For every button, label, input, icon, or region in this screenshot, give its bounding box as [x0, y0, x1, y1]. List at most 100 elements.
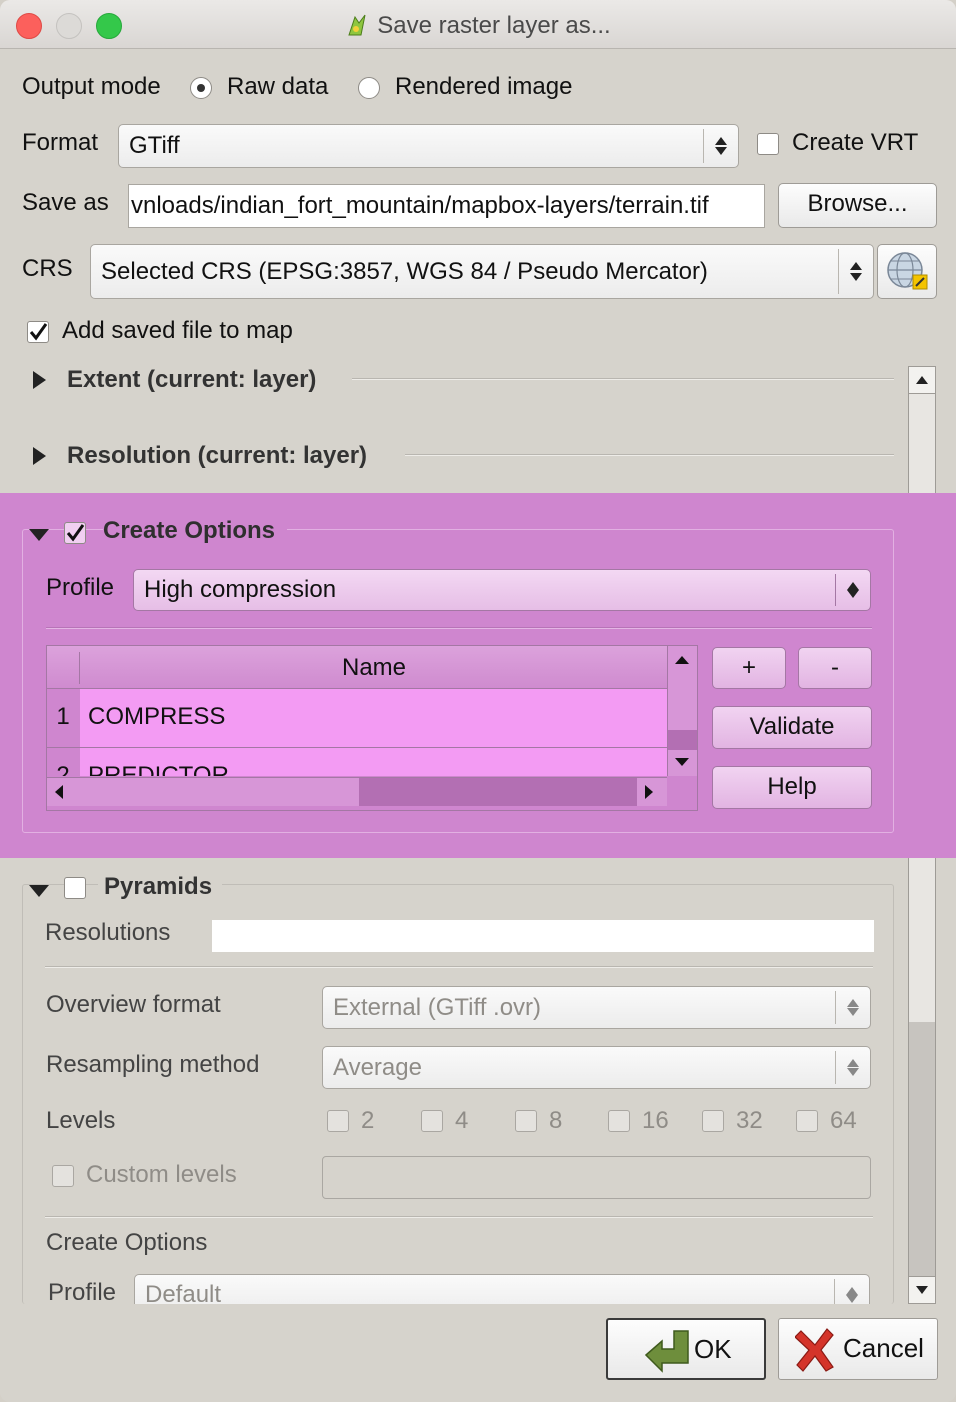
- pyramids-create-options-label: Create Options: [46, 1229, 208, 1256]
- extent-group-title[interactable]: Extent (current: layer): [67, 366, 316, 394]
- resolution-group-title[interactable]: Resolution (current: layer): [67, 442, 367, 470]
- browse-button[interactable]: Browse...: [778, 183, 937, 228]
- cancel-button[interactable]: Cancel: [778, 1318, 938, 1380]
- collapse-arrow-icon[interactable]: [29, 885, 49, 897]
- table-row[interactable]: 2 PREDICTOR: [47, 748, 667, 776]
- scroll-thumb-lower: [909, 1022, 935, 1276]
- scroll-down-button[interactable]: [909, 1276, 935, 1303]
- crs-select[interactable]: Selected CRS (EPSG:3857, WGS 84 / Pseudo…: [90, 244, 874, 299]
- options-table[interactable]: Name 1 COMPRESS 2 PREDICTOR: [46, 645, 698, 811]
- add-to-map-label: Add saved file to map: [62, 317, 293, 344]
- create-options-highlight: Create Options Profile High compression …: [0, 493, 956, 858]
- add-option-button[interactable]: +: [712, 647, 786, 689]
- collapse-arrow-icon[interactable]: [29, 529, 49, 541]
- levels-label: Levels: [46, 1107, 116, 1134]
- level-8-checkbox[interactable]: [515, 1110, 537, 1132]
- ok-button[interactable]: OK: [606, 1318, 766, 1380]
- divider: [45, 966, 873, 968]
- pyramids-title: Pyramids: [98, 873, 223, 901]
- qgis-icon: [345, 13, 367, 37]
- resampling-method-label: Resampling method: [46, 1051, 260, 1078]
- divider: [45, 1216, 873, 1218]
- select-arrows-icon: [835, 574, 870, 606]
- level-4-checkbox[interactable]: [421, 1110, 443, 1132]
- custom-levels-input[interactable]: [322, 1156, 871, 1199]
- overview-format-label: Overview format: [46, 991, 221, 1018]
- up-arrow-icon: [916, 376, 928, 384]
- row-name: COMPRESS: [80, 689, 667, 747]
- level-32-checkbox[interactable]: [702, 1110, 724, 1132]
- row-number: 1: [47, 689, 79, 747]
- level-64-checkbox[interactable]: [796, 1110, 818, 1132]
- right-arrow-icon[interactable]: [645, 785, 653, 799]
- resampling-method-select[interactable]: Average: [322, 1046, 871, 1089]
- help-button[interactable]: Help: [712, 766, 872, 809]
- profile-select[interactable]: High compression: [133, 569, 871, 611]
- resampling-method-value: Average: [333, 1053, 422, 1081]
- table-header: Name: [47, 646, 667, 689]
- ok-label: OK: [694, 1334, 732, 1364]
- table-vertical-scrollbar[interactable]: [667, 646, 697, 776]
- create-vrt-checkbox[interactable]: [757, 133, 779, 155]
- row-name: PREDICTOR: [80, 748, 667, 776]
- cancel-x-icon: [795, 1328, 834, 1372]
- remove-option-button[interactable]: -: [798, 647, 872, 689]
- divider: [46, 627, 872, 629]
- add-to-map-checkbox[interactable]: [27, 321, 49, 343]
- overview-format-value: External (GTiff .ovr): [333, 993, 542, 1021]
- level-16-checkbox[interactable]: [608, 1110, 630, 1132]
- custom-levels-label: Custom levels: [86, 1161, 237, 1188]
- globe-crs-icon: [887, 252, 928, 290]
- divider: [405, 454, 894, 456]
- level-2-label: 2: [361, 1107, 375, 1134]
- level-32-label: 32: [736, 1107, 763, 1134]
- profile-value: High compression: [144, 576, 337, 603]
- pyramids-profile-label: Profile: [48, 1279, 117, 1306]
- table-horizontal-scrollbar[interactable]: [47, 777, 667, 806]
- expand-arrow-icon[interactable]: [33, 447, 46, 465]
- rendered-image-radio[interactable]: [358, 77, 380, 99]
- raw-data-label: Raw data: [227, 73, 329, 100]
- custom-levels-checkbox[interactable]: [52, 1165, 74, 1187]
- save-as-path: vnloads/indian_fort_mountain/mapbox-laye…: [131, 192, 709, 219]
- up-arrow-icon[interactable]: [675, 656, 689, 664]
- title-bar: Save raster layer as...: [0, 0, 956, 49]
- ok-arrow-icon: [644, 1330, 689, 1373]
- cancel-label: Cancel: [843, 1333, 924, 1363]
- column-header-name: Name: [341, 654, 407, 681]
- select-arrows-icon: [838, 249, 873, 294]
- save-raster-dialog: Save raster layer as... Output mode Raw …: [0, 0, 956, 1402]
- level-8-label: 8: [549, 1107, 563, 1134]
- window-title: Save raster layer as...: [377, 12, 611, 39]
- format-label: Format: [22, 129, 99, 156]
- raw-data-radio[interactable]: [190, 77, 212, 99]
- level-4-label: 4: [455, 1107, 469, 1134]
- down-arrow-icon[interactable]: [675, 758, 689, 766]
- crs-value: Selected CRS (EPSG:3857, WGS 84 / Pseudo…: [101, 257, 708, 285]
- checkmark-icon: [29, 323, 48, 341]
- format-select[interactable]: GTiff: [118, 124, 739, 168]
- resolutions-label: Resolutions: [45, 919, 171, 946]
- validate-button[interactable]: Validate: [712, 706, 872, 749]
- divider: [352, 378, 894, 380]
- select-arrows-icon: [835, 1051, 870, 1084]
- overview-format-select[interactable]: External (GTiff .ovr): [322, 986, 871, 1029]
- crs-label: CRS: [22, 255, 73, 282]
- expand-arrow-icon[interactable]: [33, 371, 46, 389]
- resolutions-field: [212, 920, 874, 952]
- level-2-checkbox[interactable]: [327, 1110, 349, 1132]
- window-title-wrap: Save raster layer as...: [0, 12, 956, 40]
- scroll-up-button[interactable]: [909, 367, 935, 394]
- save-as-input[interactable]: vnloads/indian_fort_mountain/mapbox-laye…: [128, 184, 765, 228]
- format-value: GTiff: [129, 132, 180, 159]
- profile-label: Profile: [46, 574, 115, 601]
- crs-select-button[interactable]: [877, 244, 937, 299]
- create-options-title: Create Options: [103, 517, 288, 545]
- select-arrows-icon: [703, 129, 738, 163]
- create-options-checkbox[interactable]: [64, 522, 86, 544]
- row-number: 2: [56, 762, 70, 776]
- table-row[interactable]: 1 COMPRESS: [47, 689, 667, 748]
- pyramids-checkbox[interactable]: [64, 877, 86, 899]
- create-vrt-label: Create VRT: [792, 129, 919, 156]
- left-arrow-icon[interactable]: [55, 785, 63, 799]
